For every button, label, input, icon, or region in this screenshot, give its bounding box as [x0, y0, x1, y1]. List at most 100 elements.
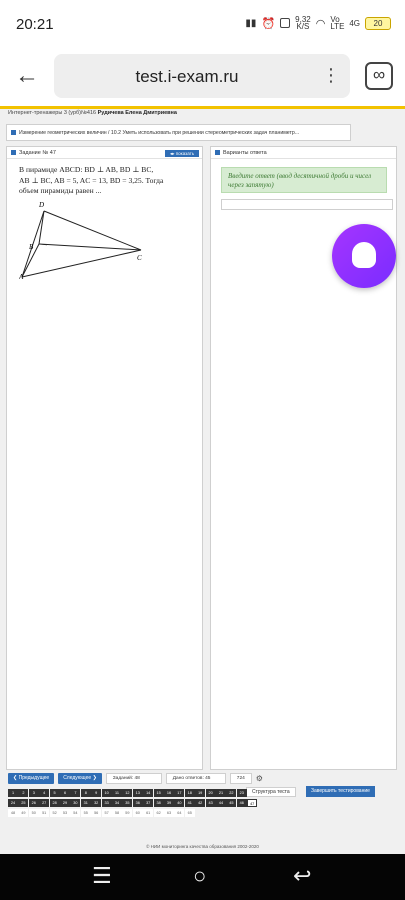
- question-number[interactable]: 22: [226, 789, 237, 797]
- question-number[interactable]: 40: [174, 799, 185, 807]
- point-label-a: A: [19, 273, 24, 279]
- question-number[interactable]: 18: [184, 789, 195, 797]
- vibrate-icon: ▮▮: [245, 17, 257, 29]
- question-number[interactable]: 48: [8, 809, 18, 817]
- question-number[interactable]: 63: [164, 809, 174, 817]
- question-number[interactable]: 44: [216, 799, 226, 807]
- question-number[interactable]: 14: [143, 789, 154, 797]
- question-number[interactable]: 11: [112, 789, 122, 797]
- task-count: Заданий: 48: [105, 773, 162, 784]
- question-number[interactable]: 65: [184, 809, 195, 817]
- question-number[interactable]: 2: [18, 789, 29, 797]
- question-number[interactable]: 24: [8, 799, 18, 807]
- answered-count: Дано ответов: 45: [165, 773, 226, 784]
- gear-icon[interactable]: ⚙: [256, 773, 263, 784]
- question-number[interactable]: 57: [101, 809, 112, 817]
- show-button[interactable]: ◂▸ показать: [165, 150, 199, 157]
- question-number[interactable]: 39: [164, 799, 174, 807]
- question-number[interactable]: 21: [216, 789, 226, 797]
- question-number[interactable]: 32: [91, 799, 102, 807]
- back-arrow-icon[interactable]: ←: [12, 62, 42, 92]
- system-back-icon[interactable]: ↩: [293, 864, 311, 888]
- question-number[interactable]: 4: [39, 789, 50, 797]
- question-number[interactable]: 27: [39, 799, 50, 807]
- prev-button[interactable]: ❮ Предыдущее: [8, 773, 55, 784]
- question-number[interactable]: 7: [70, 789, 81, 797]
- question-number[interactable]: 15: [153, 789, 164, 797]
- timer: 724: [229, 773, 252, 784]
- question-number[interactable]: 38: [153, 799, 164, 807]
- question-number[interactable]: 34: [112, 799, 122, 807]
- question-number[interactable]: 17: [174, 789, 185, 797]
- system-navigation-bar: ☰ ○ ↩: [0, 854, 405, 900]
- user-name: Рудичева Елена Дмитриевна: [97, 110, 177, 116]
- question-number[interactable]: 1: [8, 789, 18, 797]
- question-number[interactable]: 54: [70, 809, 81, 817]
- question-number[interactable]: 43: [205, 799, 216, 807]
- point-label-b: B: [29, 243, 34, 251]
- question-number[interactable]: 10: [101, 789, 112, 797]
- assistant-icon: [352, 242, 376, 268]
- question-number[interactable]: 45: [226, 799, 237, 807]
- question-number[interactable]: 49: [18, 809, 29, 817]
- status-icons: ▮▮ ⏰ 9,32 K/S ◠ Vo LTE 4G 20: [245, 15, 391, 31]
- task-header: Задание № 47 ◂▸ показать: [7, 147, 202, 159]
- question-number[interactable]: 60: [132, 809, 143, 817]
- tabs-button[interactable]: ∞: [365, 62, 393, 90]
- answer-input[interactable]: [221, 199, 393, 210]
- question-number[interactable]: 19: [195, 789, 206, 797]
- structure-button[interactable]: Структура теста: [246, 787, 296, 797]
- question-number[interactable]: 51: [39, 809, 50, 817]
- question-number[interactable]: 8: [80, 789, 91, 797]
- square-icon: [11, 130, 16, 135]
- question-number[interactable]: 16: [164, 789, 174, 797]
- question-number[interactable]: 37: [143, 799, 154, 807]
- question-number[interactable]: 42: [195, 799, 206, 807]
- task-panel: Задание № 47 ◂▸ показать В пирамиде ABCD…: [6, 146, 203, 770]
- question-number[interactable]: 25: [18, 799, 29, 807]
- question-number[interactable]: 5: [49, 789, 60, 797]
- question-number[interactable]: 12: [122, 789, 133, 797]
- question-number[interactable]: 59: [122, 809, 133, 817]
- status-time: 20:21: [16, 15, 54, 33]
- question-number[interactable]: 36: [132, 799, 143, 807]
- question-number[interactable]: 33: [101, 799, 112, 807]
- question-number[interactable]: 28: [49, 799, 60, 807]
- question-number[interactable]: 26: [28, 799, 39, 807]
- question-number[interactable]: 53: [60, 809, 70, 817]
- home-icon[interactable]: ○: [193, 864, 206, 888]
- voice-assistant-button[interactable]: [332, 224, 396, 288]
- address-bar[interactable]: test.i-exam.ru ⋮: [54, 54, 350, 98]
- question-number[interactable]: 61: [143, 809, 154, 817]
- question-number[interactable]: 47: [247, 799, 258, 807]
- question-number[interactable]: 41: [184, 799, 195, 807]
- question-number[interactable]: 29: [60, 799, 70, 807]
- question-number[interactable]: 20: [205, 789, 216, 797]
- question-number[interactable]: 50: [28, 809, 39, 817]
- question-number[interactable]: 13: [132, 789, 143, 797]
- next-button[interactable]: Следующее ❯: [58, 773, 102, 784]
- question-number[interactable]: 56: [91, 809, 102, 817]
- question-number[interactable]: 55: [80, 809, 91, 817]
- question-number[interactable]: 35: [122, 799, 133, 807]
- answer-hint: Введите ответ (ввод десятичной дроби и ч…: [221, 167, 387, 193]
- question-number[interactable]: 3: [28, 789, 39, 797]
- question-number[interactable]: 62: [153, 809, 164, 817]
- alarm-icon: ⏰: [261, 17, 276, 30]
- point-label-c: C: [137, 254, 142, 262]
- status-bar: 20:21 ▮▮ ⏰ 9,32 K/S ◠ Vo LTE 4G 20: [0, 0, 405, 48]
- question-number[interactable]: 52: [49, 809, 60, 817]
- question-number[interactable]: 6: [60, 789, 70, 797]
- more-menu-icon[interactable]: ⋮: [322, 64, 340, 86]
- question-number[interactable]: 58: [112, 809, 122, 817]
- question-number[interactable]: 31: [80, 799, 91, 807]
- question-number[interactable]: 9: [91, 789, 102, 797]
- question-number[interactable]: 30: [70, 799, 81, 807]
- question-number[interactable]: 23: [236, 789, 247, 797]
- volte-label: Vo LTE: [330, 15, 345, 31]
- square-icon: [11, 150, 16, 155]
- question-number[interactable]: 46: [236, 799, 247, 807]
- recent-apps-icon[interactable]: ☰: [92, 864, 112, 888]
- question-number[interactable]: 64: [174, 809, 185, 817]
- finish-button[interactable]: Завершить тестирование: [306, 786, 375, 797]
